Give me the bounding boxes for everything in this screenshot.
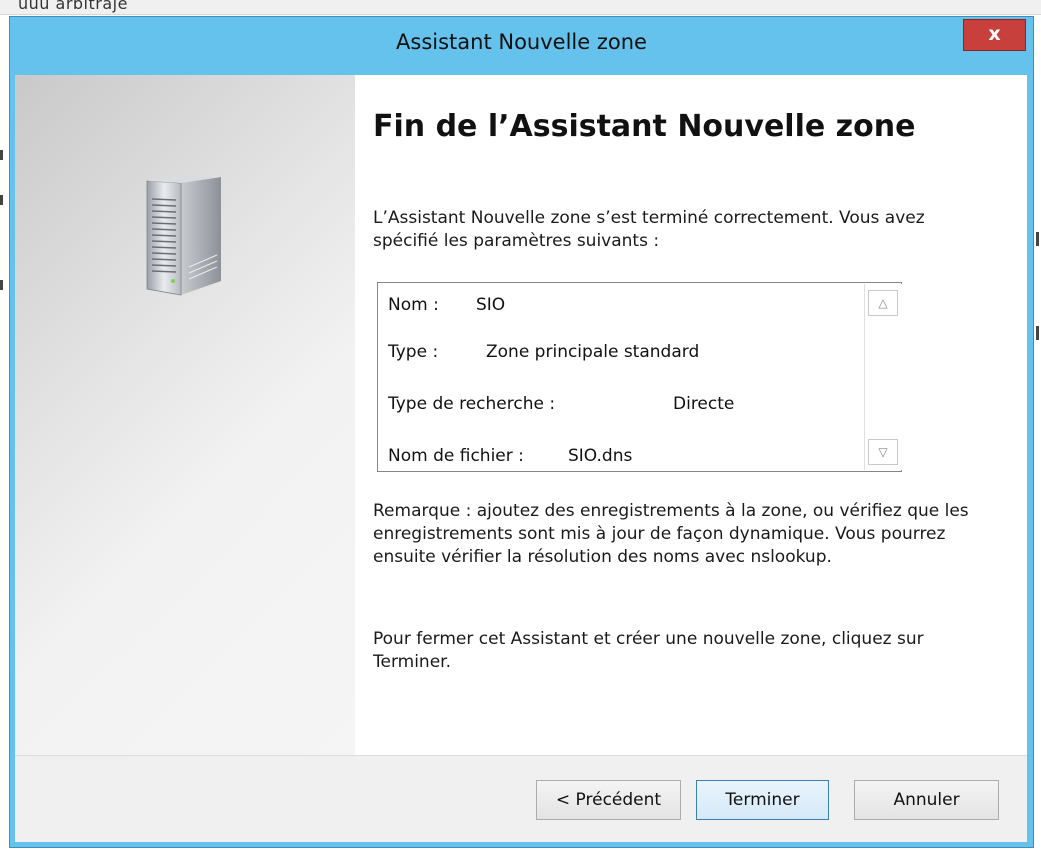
background-edge-mark bbox=[0, 150, 3, 160]
summary-label: Type : bbox=[388, 342, 439, 362]
window-title: Assistant Nouvelle zone bbox=[396, 30, 647, 54]
cancel-button[interactable]: Annuler bbox=[854, 780, 999, 820]
closing-instruction: Pour fermer cet Assistant et créer une n… bbox=[373, 629, 924, 672]
title-bar[interactable]: Assistant Nouvelle zone x bbox=[10, 17, 1033, 75]
intro-text: L’Assistant Nouvelle zone s’est terminé … bbox=[373, 208, 925, 251]
chevron-up-icon: △ bbox=[878, 296, 888, 310]
background-window-strip: uuu arbitraje bbox=[0, 0, 1041, 15]
scroll-up-button[interactable]: △ bbox=[868, 290, 898, 316]
finish-button[interactable]: Terminer bbox=[696, 780, 829, 820]
chevron-down-icon: ▽ bbox=[878, 445, 888, 459]
dialog-client-area: Fin de l’Assistant Nouvelle zone L’Assis… bbox=[15, 75, 1027, 842]
background-partial-text: uuu arbitraje bbox=[18, 0, 128, 13]
summary-value: SIO.dns bbox=[568, 446, 633, 466]
background-edge-mark bbox=[0, 195, 3, 205]
summary-label: Type de recherche : bbox=[388, 394, 556, 414]
summary-value: Directe bbox=[673, 394, 735, 414]
settings-summary-box[interactable]: Nom : SIO Type : Zone principale standar… bbox=[377, 282, 902, 472]
background-edge-mark bbox=[0, 280, 3, 290]
summary-value: SIO bbox=[476, 295, 506, 315]
background-edge-mark bbox=[1036, 326, 1039, 340]
close-button[interactable]: x bbox=[963, 19, 1026, 51]
summary-label: Nom : bbox=[388, 295, 439, 315]
wizard-content: Fin de l’Assistant Nouvelle zone L’Assis… bbox=[371, 75, 1011, 755]
scroll-down-button[interactable]: ▽ bbox=[868, 439, 898, 465]
summary-value: Zone principale standard bbox=[486, 342, 700, 362]
summary-scrollbar[interactable]: △ ▽ bbox=[864, 284, 902, 470]
wizard-side-panel bbox=[15, 75, 355, 755]
note-text: Remarque : ajoutez des enregistrements à… bbox=[373, 501, 969, 567]
background-edge-mark bbox=[1036, 232, 1039, 246]
previous-button[interactable]: < Précédent bbox=[536, 780, 681, 820]
wizard-dialog: Assistant Nouvelle zone x Fin de l’Assis… bbox=[9, 16, 1034, 848]
wizard-heading: Fin de l’Assistant Nouvelle zone bbox=[373, 109, 916, 144]
summary-label: Nom de fichier : bbox=[388, 446, 524, 466]
button-bar: < Précédent Terminer Annuler bbox=[15, 755, 1027, 842]
server-tower-icon bbox=[146, 177, 221, 296]
